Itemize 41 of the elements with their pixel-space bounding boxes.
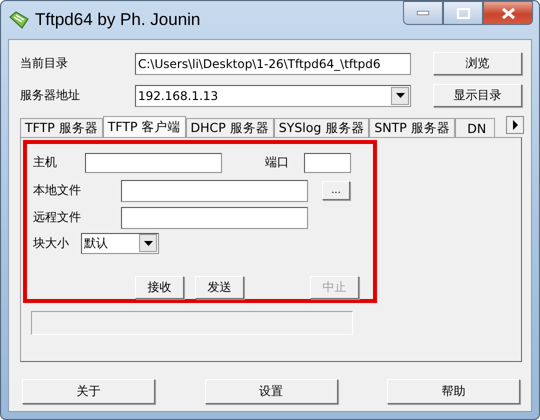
field-label: 服务器地址 <box>20 87 81 104</box>
footer-button[interactable]: 设置 <box>204 379 338 404</box>
tab[interactable]: SNTP 服务器 <box>369 118 455 137</box>
caret-icon <box>396 93 404 98</box>
tab[interactable]: TFTP 客户端 <box>102 116 186 137</box>
close-icon <box>502 8 514 18</box>
app-icon <box>9 11 29 29</box>
side-button[interactable]: 浏览 <box>433 52 522 75</box>
field-label: 本地文件 <box>33 182 81 199</box>
browse-button[interactable]: ... <box>322 181 350 200</box>
scroll-right-button[interactable] <box>506 116 524 134</box>
dropdown-button[interactable] <box>139 234 157 252</box>
maximize-button[interactable] <box>443 1 483 25</box>
host-field[interactable] <box>85 152 222 173</box>
tab[interactable]: DN <box>454 118 495 137</box>
footer-button[interactable]: 帮助 <box>387 379 520 404</box>
path-field[interactable]: C:\Users\li\Desktop\1-26\Tftpd64_\tftpd6 <box>135 52 411 74</box>
field-label: 远程文件 <box>33 209 81 226</box>
field-label: 主机 <box>33 154 57 172</box>
field-label: 当前目录 <box>20 55 69 72</box>
window-title: Tftpd64 by Ph. Jounin <box>35 10 202 30</box>
local-file-field[interactable] <box>121 180 308 202</box>
close-button[interactable] <box>483 1 533 25</box>
field-label: 块大小 <box>33 234 69 252</box>
tab[interactable]: SYSlog 服务器 <box>274 118 370 137</box>
action-button[interactable]: 发送 <box>195 276 244 299</box>
minimize-button[interactable] <box>403 1 443 25</box>
field-label: 端口 <box>265 154 289 172</box>
action-button[interactable]: 接收 <box>135 276 184 299</box>
dropdown-button[interactable] <box>391 86 409 104</box>
remote-file-field[interactable] <box>121 206 308 228</box>
minimize-icon <box>417 11 429 15</box>
block-size-dropdown[interactable]: 默认 <box>81 232 159 254</box>
caret-icon <box>144 240 152 246</box>
footer-button[interactable]: 关于 <box>22 379 155 404</box>
port-field[interactable] <box>304 152 351 173</box>
side-button[interactable]: 显示目录 <box>433 84 522 107</box>
maximize-icon <box>456 8 470 18</box>
address-dropdown[interactable]: 192.168.1.13 <box>135 84 411 106</box>
tab[interactable]: TFTP 服务器 <box>20 118 103 137</box>
tab[interactable]: DHCP 服务器 <box>186 118 274 137</box>
